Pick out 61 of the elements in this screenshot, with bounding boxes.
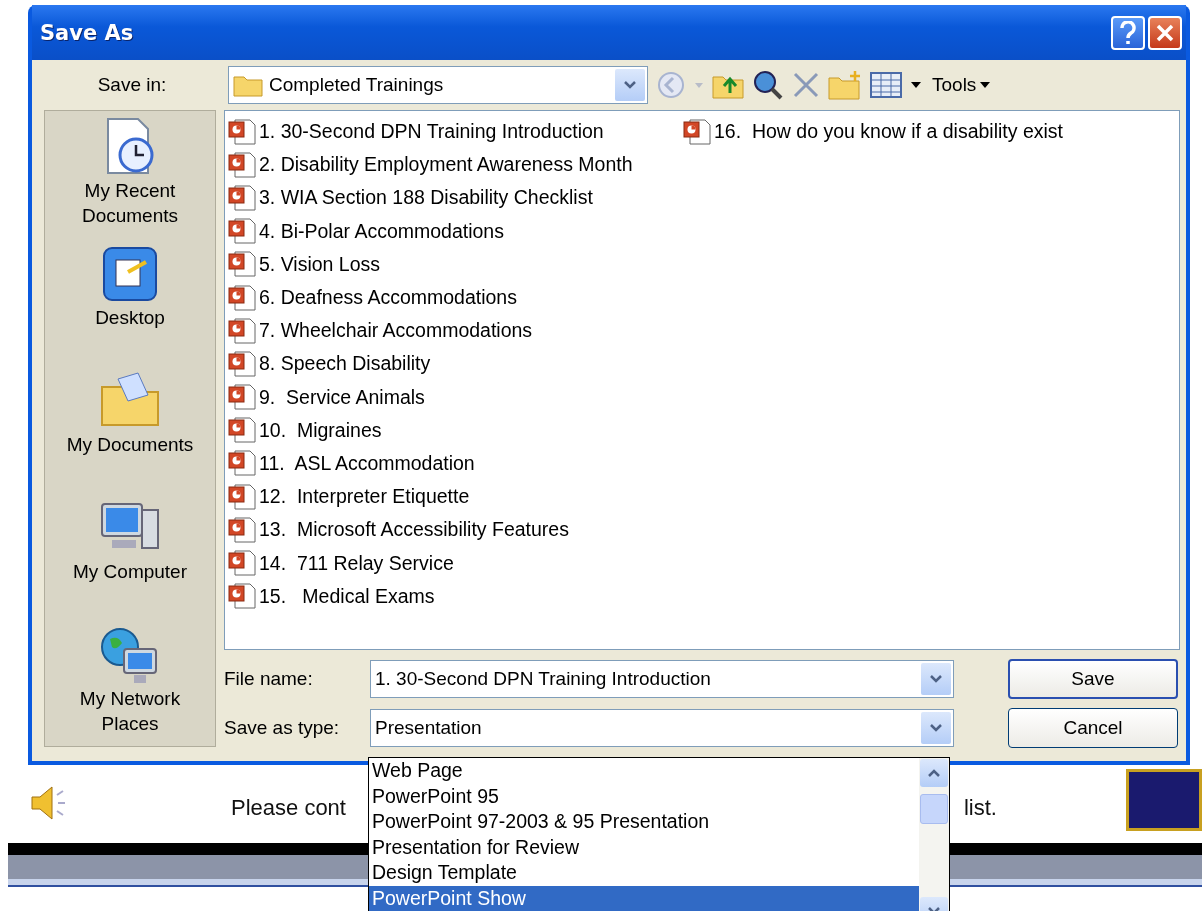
file-item[interactable]: 7. Wheelchair Accommodations xyxy=(227,314,682,348)
folder-icon xyxy=(233,73,263,97)
caret-icon[interactable] xyxy=(910,81,922,89)
presentation-file-icon xyxy=(227,582,257,611)
views-icon[interactable] xyxy=(870,71,902,99)
file-item[interactable]: 5. Vision Loss xyxy=(227,247,682,281)
places-bar-item[interactable]: My Network Places xyxy=(55,623,205,746)
presentation-file-icon xyxy=(227,383,257,412)
file-item[interactable]: 14. 711 Relay Service xyxy=(227,546,682,580)
presentation-file-icon xyxy=(227,283,257,312)
presentation-file-icon xyxy=(227,482,257,511)
file-item[interactable]: 3. WIA Section 188 Disability Checklist xyxy=(227,181,682,215)
file-item[interactable]: 16. How do you know if a disability exist xyxy=(682,115,1177,149)
presentation-file-icon xyxy=(682,117,712,146)
delete-icon[interactable] xyxy=(792,71,820,99)
presentation-file-icon xyxy=(227,316,257,345)
presentation-file-icon xyxy=(227,217,257,246)
close-icon xyxy=(1156,23,1174,42)
file-item[interactable]: 11. ASL Accommodation xyxy=(227,446,682,481)
presentation-file-icon xyxy=(227,515,257,544)
file-item[interactable]: 8. Speech Disability xyxy=(227,347,682,381)
help-icon xyxy=(1119,20,1137,45)
file-item[interactable]: 1. 30-Second DPN Training Introduction xyxy=(227,115,682,149)
save-in-dropdown[interactable]: Completed Trainings xyxy=(228,66,648,104)
slide-text: Please cont xyxy=(231,795,346,821)
places-bar-item[interactable]: My Recent Documents xyxy=(55,115,205,238)
slide-text: list. xyxy=(963,795,997,821)
cancel-button[interactable]: Cancel xyxy=(1008,708,1178,748)
file-item[interactable]: 13. Microsoft Accessibility Features xyxy=(227,513,682,547)
presentation-file-icon xyxy=(227,150,257,179)
presentation-file-icon xyxy=(227,449,257,478)
file-item[interactable]: 9. Service Animals xyxy=(227,380,682,414)
speaker-icon xyxy=(30,783,66,823)
file-type-option[interactable]: PowerPoint Show xyxy=(369,885,919,911)
save-in-label: Save in: xyxy=(96,74,168,96)
save-button[interactable]: Save xyxy=(1008,659,1178,699)
file-item[interactable]: 2. Disability Employment Awareness Month xyxy=(227,148,682,182)
file-item[interactable]: 4. Bi-Polar Accommodations xyxy=(227,214,682,248)
file-name-field[interactable]: 1. 30-Second DPN Training Introduction xyxy=(370,660,954,698)
file-item[interactable]: 15. Medical Exams xyxy=(227,579,682,613)
file-item[interactable]: 10. Migraines xyxy=(227,413,682,447)
places-bar-item[interactable]: My Documents xyxy=(55,369,205,492)
close-button[interactable] xyxy=(1148,15,1182,50)
file-item[interactable]: 6. Deafness Accommodations xyxy=(227,280,682,315)
places-bar-item[interactable]: My Computer xyxy=(55,496,205,619)
file-name-label: File name: xyxy=(224,668,314,690)
presentation-file-icon xyxy=(227,183,257,212)
presentation-file-icon xyxy=(227,416,257,445)
scroll-thumb[interactable] xyxy=(920,794,948,824)
save-as-type-label: Save as type: xyxy=(224,717,341,739)
presentation-file-icon xyxy=(227,349,257,378)
presentation-file-icon xyxy=(227,117,257,146)
caret-icon xyxy=(980,82,991,88)
help-button[interactable] xyxy=(1111,15,1145,50)
window-title: Save As xyxy=(40,20,134,45)
places-bar-item[interactable]: Desktop xyxy=(55,242,205,365)
presentation-file-icon xyxy=(227,250,257,279)
presentation-file-icon xyxy=(227,549,257,578)
file-item[interactable]: 12. Interpreter Etiquette xyxy=(227,480,682,514)
tools-menu[interactable]: Tools xyxy=(930,72,993,98)
save-as-type-dropdown[interactable]: Presentation xyxy=(370,709,954,747)
